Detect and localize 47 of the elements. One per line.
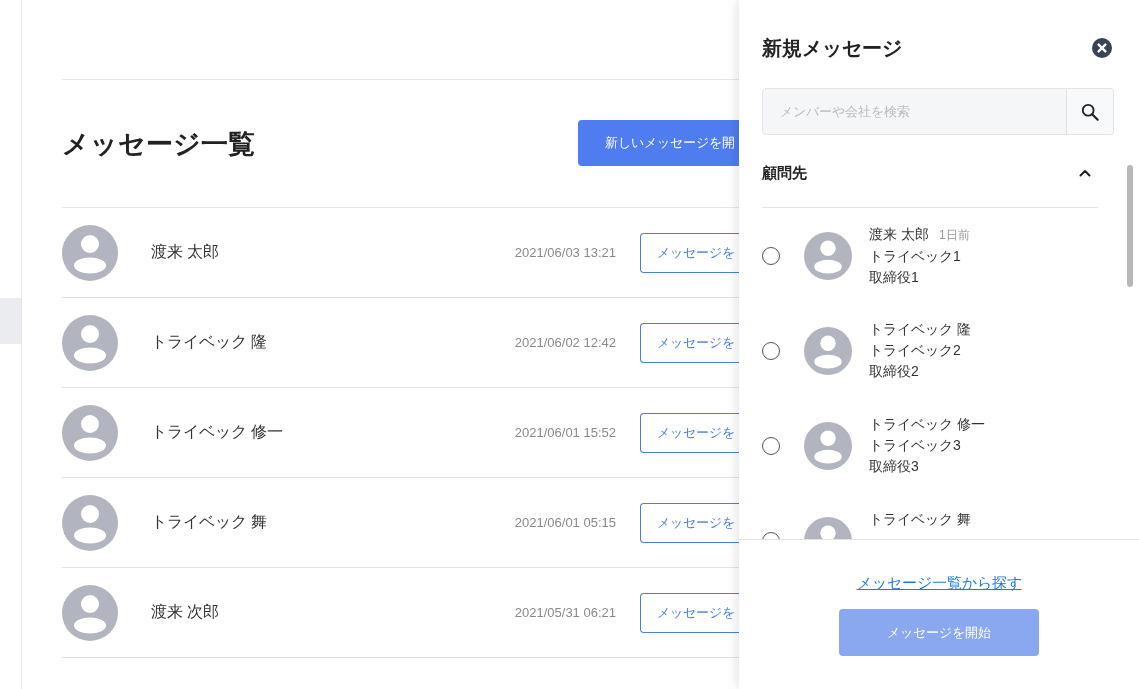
message-date: 2021/06/01 15:52: [514, 425, 616, 440]
radio-button[interactable]: [762, 246, 780, 265]
search-icon: [1081, 102, 1099, 121]
page-title: メッセージ一覧: [62, 127, 255, 161]
radio-button[interactable]: [762, 436, 780, 455]
message-date: 2021/06/01 05:15: [514, 515, 616, 530]
open-message-button[interactable]: メッセージを: [640, 322, 739, 363]
contact-name: トライベック 修一: [869, 416, 985, 432]
user-avatar-icon: [804, 231, 852, 280]
radio-button[interactable]: [762, 341, 780, 360]
user-avatar-icon: [62, 224, 118, 281]
search-button[interactable]: [1067, 88, 1114, 135]
contact-company: トライベック2: [869, 341, 962, 360]
contact-name: トライベック 隆: [151, 332, 269, 352]
contact-role: 取締役3: [869, 457, 920, 476]
new-message-button[interactable]: 新しいメッセージを開: [578, 119, 739, 166]
section-title: 顧問先: [762, 163, 807, 183]
open-message-button[interactable]: メッセージを: [640, 232, 739, 273]
close-icon[interactable]: [1092, 38, 1112, 58]
contact-role: 取締役2: [869, 362, 920, 381]
search-messages-link[interactable]: メッセージ一覧から探す: [856, 572, 1022, 594]
panel-title: 新規メッセージ: [762, 36, 902, 60]
scrollbar-thumb[interactable]: [1127, 165, 1133, 287]
user-avatar-icon: [62, 314, 118, 371]
contact-name: 渡来 次郎: [151, 602, 221, 622]
open-message-button[interactable]: メッセージを: [640, 592, 739, 633]
contact-name: トライベック 隆: [869, 321, 971, 337]
message-date: 2021/06/02 12:42: [514, 335, 616, 350]
user-avatar-icon: [804, 326, 852, 375]
user-avatar-icon: [62, 404, 118, 461]
user-avatar-icon: [804, 421, 852, 470]
contact-company: トライベック1: [869, 247, 962, 266]
message-date: 2021/05/31 06:21: [514, 605, 616, 620]
open-message-button[interactable]: メッセージを: [640, 502, 739, 543]
user-avatar-icon: [62, 584, 118, 641]
user-avatar-icon: [62, 494, 118, 551]
contact-name: 渡来 太郎: [869, 226, 929, 242]
contact-name: トライベック 舞: [869, 511, 971, 527]
open-message-button[interactable]: メッセージを: [640, 412, 739, 453]
contact-role: 取締役1: [869, 268, 920, 287]
contact-time: 1日前: [938, 228, 970, 242]
contact-name: トライベック 舞: [151, 512, 269, 532]
contact-name: 渡来 太郎: [151, 242, 221, 262]
chevron-icon[interactable]: [1079, 169, 1091, 177]
contact-name: トライベック 修一: [151, 422, 285, 442]
contact-company: トライベック3: [869, 436, 962, 455]
message-date: 2021/06/03 13:21: [514, 245, 616, 260]
